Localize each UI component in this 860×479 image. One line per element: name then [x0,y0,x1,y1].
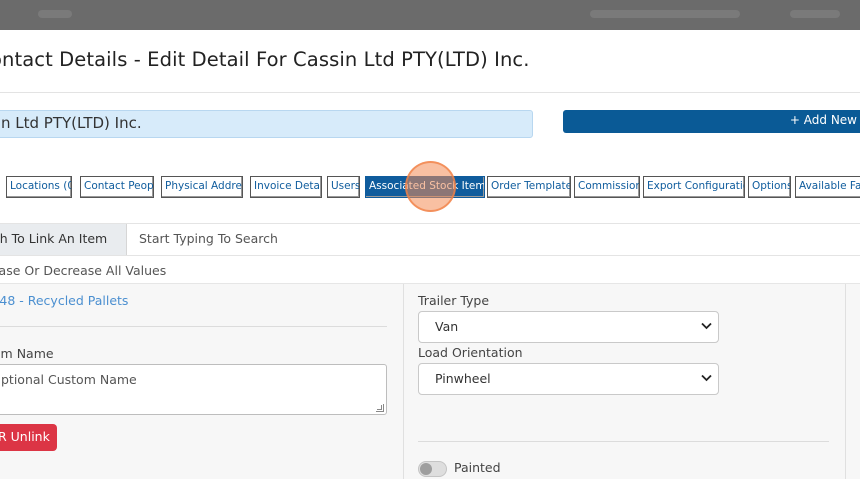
tab-users[interactable]: Users [327,176,360,198]
tab-options[interactable]: Options [748,176,791,198]
column-divider [403,284,404,479]
trailer-type-label: Trailer Type [418,293,490,308]
title-divider [0,92,860,93]
backdrop-nav-link [590,10,740,18]
trailer-type-select[interactable]: Van [418,311,719,343]
search-input[interactable]: Start Typing To Search [139,231,278,246]
toggle-knob [420,463,432,475]
right-divider [418,441,829,442]
backdrop-nav-link [790,10,840,18]
load-orientation-label: Load Orientation [418,345,523,360]
chevron-down-icon [701,374,712,382]
painted-toggle[interactable] [418,461,447,477]
tab-export-configuration[interactable]: Export Configuration [643,176,745,198]
stock-item-card: x 48 - Recycled Pallets tom Name ptional… [0,283,860,479]
stock-item-link[interactable]: x 48 - Recycled Pallets [0,293,128,308]
backdrop-logo [38,10,72,18]
unlink-button[interactable]: R Unlink [0,424,57,451]
chevron-down-icon [701,322,712,330]
edit-contact-modal: ontact Details - Edit Detail For Cassin … [0,30,860,479]
column-divider [845,284,846,479]
custom-name-label: tom Name [0,346,54,361]
click-indicator [405,161,456,212]
left-divider [0,326,387,327]
tab-invoice-details[interactable]: Invoice Details [250,176,322,198]
modal-title: ontact Details - Edit Detail For Cassin … [0,48,530,71]
custom-name-placeholder: ptional Custom Name [1,372,137,387]
custom-name-textarea[interactable]: ptional Custom Name [0,364,387,415]
load-orientation-value: Pinwheel [435,371,491,386]
tab-order-templates[interactable]: Order Templates [487,176,571,198]
tab-contact-people[interactable]: Contact People [80,176,154,198]
add-new-button[interactable]: + Add New [563,110,860,133]
tab-locations[interactable]: Locations (0) [6,176,72,198]
tab-physical-address[interactable]: Physical Address [161,176,243,198]
page-backdrop [0,0,860,30]
search-prefix-label: rch To Link An Item [0,224,127,255]
tab-commission[interactable]: Commission [574,176,640,198]
contact-name-field[interactable]: n Ltd PTY(LTD) Inc. [0,110,533,138]
link-item-search: rch To Link An Item Start Typing To Sear… [0,223,860,256]
resize-grip-icon[interactable] [376,404,384,412]
search-prefix-text: rch To Link An Item [0,231,108,246]
adjust-all-values[interactable]: rease Or Decrease All Values [0,263,166,278]
painted-label: Painted [454,460,501,475]
load-orientation-select[interactable]: Pinwheel [418,363,719,395]
trailer-type-value: Van [435,319,459,334]
tab-available-fac[interactable]: Available Fac [795,176,860,198]
